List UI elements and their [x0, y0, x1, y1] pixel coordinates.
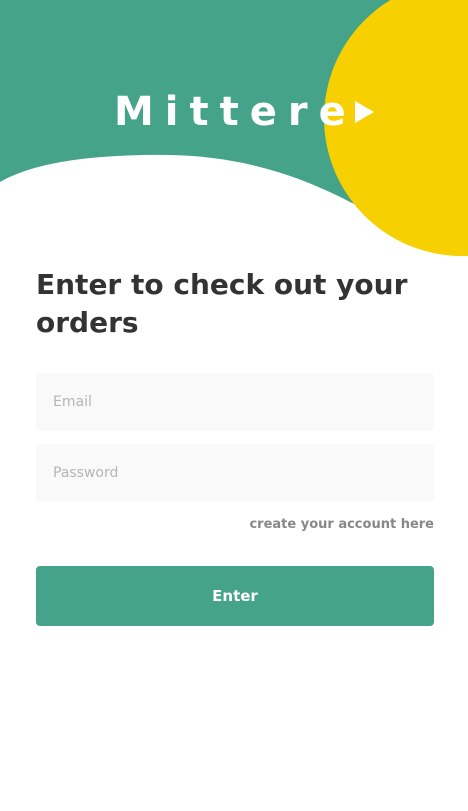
- create-account-link[interactable]: create your account here: [249, 517, 434, 532]
- play-icon: [354, 101, 374, 123]
- hero-banner: Mittere: [0, 0, 468, 270]
- brand-name: Mittere: [114, 89, 357, 135]
- password-field[interactable]: [36, 444, 434, 502]
- enter-button[interactable]: Enter: [36, 566, 434, 626]
- email-field[interactable]: [36, 373, 434, 431]
- page-heading: Enter to check out your orders: [36, 268, 408, 339]
- brand-logo: Mittere: [114, 86, 374, 138]
